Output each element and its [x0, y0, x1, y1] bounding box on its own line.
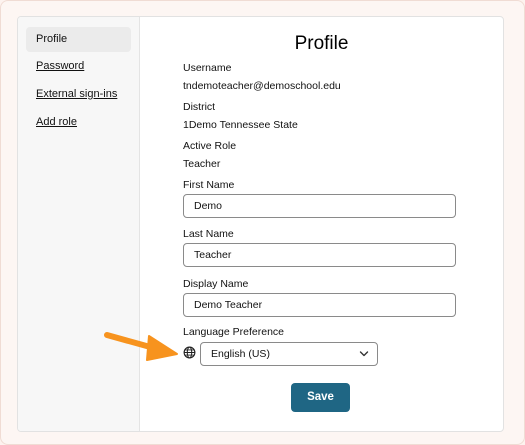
- last-name-field[interactable]: Teacher: [183, 243, 456, 267]
- display-name-field[interactable]: Demo Teacher: [183, 293, 456, 317]
- annotation-arrow-icon: [104, 332, 178, 361]
- save-button[interactable]: Save: [291, 383, 350, 412]
- profile-form: Profile Username tndemoteacher@demoschoo…: [140, 17, 503, 431]
- display-name-label: Display Name: [183, 278, 249, 290]
- active-role-label: Active Role: [183, 140, 237, 152]
- language-label: Language Preference: [183, 326, 284, 338]
- profile-card: Profile Password External sign-ins Add r…: [17, 16, 504, 432]
- sidebar-item-add-role[interactable]: Add role: [26, 110, 131, 135]
- first-name-field[interactable]: Demo: [183, 194, 456, 218]
- chevron-down-icon: [359, 351, 369, 357]
- language-select[interactable]: English (US): [200, 342, 378, 366]
- language-selected-value: English (US): [211, 348, 270, 360]
- first-name-label: First Name: [183, 179, 235, 191]
- page-title: Profile: [294, 33, 349, 54]
- sidebar: Profile Password External sign-ins Add r…: [18, 17, 140, 431]
- username-value: tndemoteacher@demoschool.edu: [183, 80, 341, 92]
- district-value: 1Demo Tennessee State: [183, 119, 298, 131]
- globe-icon: [183, 346, 196, 359]
- sidebar-item-label: External sign-ins: [36, 88, 118, 100]
- sidebar-item-label: Add role: [36, 116, 77, 128]
- sidebar-item-label: Profile: [36, 33, 68, 45]
- sidebar-item-external-sign-ins[interactable]: External sign-ins: [26, 82, 131, 107]
- active-role-value: Teacher: [183, 158, 221, 170]
- sidebar-item-profile[interactable]: Profile: [26, 27, 131, 52]
- sidebar-item-password[interactable]: Password: [26, 54, 131, 79]
- sidebar-item-label: Password: [36, 60, 85, 72]
- username-label: Username: [183, 62, 232, 74]
- district-label: District: [183, 101, 216, 113]
- last-name-label: Last Name: [183, 228, 234, 240]
